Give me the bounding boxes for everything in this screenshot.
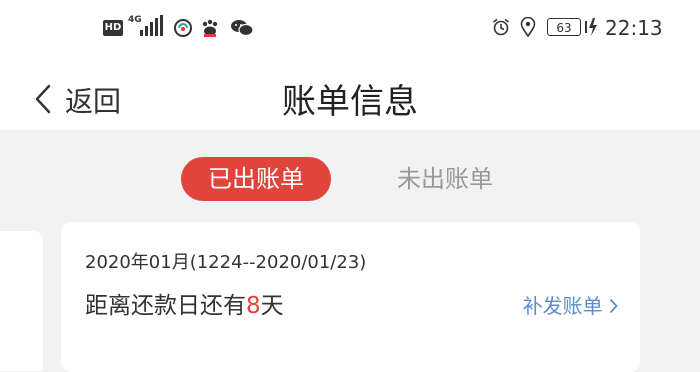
due-prefix: 距离还款日还有 [85,293,246,319]
clock: 22:13 [605,16,663,40]
page-title: 账单信息 [282,82,418,122]
tab-unbilled[interactable]: 未出账单 [370,157,520,201]
signal-icon: 4G [128,15,166,41]
app-notification-icon [174,19,192,37]
hd-badge: HD [103,20,123,36]
reissue-label: 补发账单 [522,294,603,318]
tab-billed[interactable]: 已出账单 [181,157,331,201]
network-type: 4G [128,15,142,25]
previous-card-edge[interactable] [0,231,43,371]
due-suffix: 天 [260,293,284,319]
battery-icon: 63 [547,18,581,36]
reissue-bill-link[interactable]: 补发账单 [523,290,618,319]
bill-period: 2020年01月(1224--2020/01/23) [85,252,367,273]
alarm-icon [493,18,509,36]
location-icon [520,17,536,37]
wechat-icon [231,20,254,37]
due-days: 8 [246,293,261,319]
due-countdown: 距离还款日还有8天 [85,286,284,320]
chevron-right-icon [609,298,618,314]
charging-icon [585,18,597,36]
status-bar: HD 4G 63 22:13 [0,0,700,58]
baidu-icon [202,19,218,37]
